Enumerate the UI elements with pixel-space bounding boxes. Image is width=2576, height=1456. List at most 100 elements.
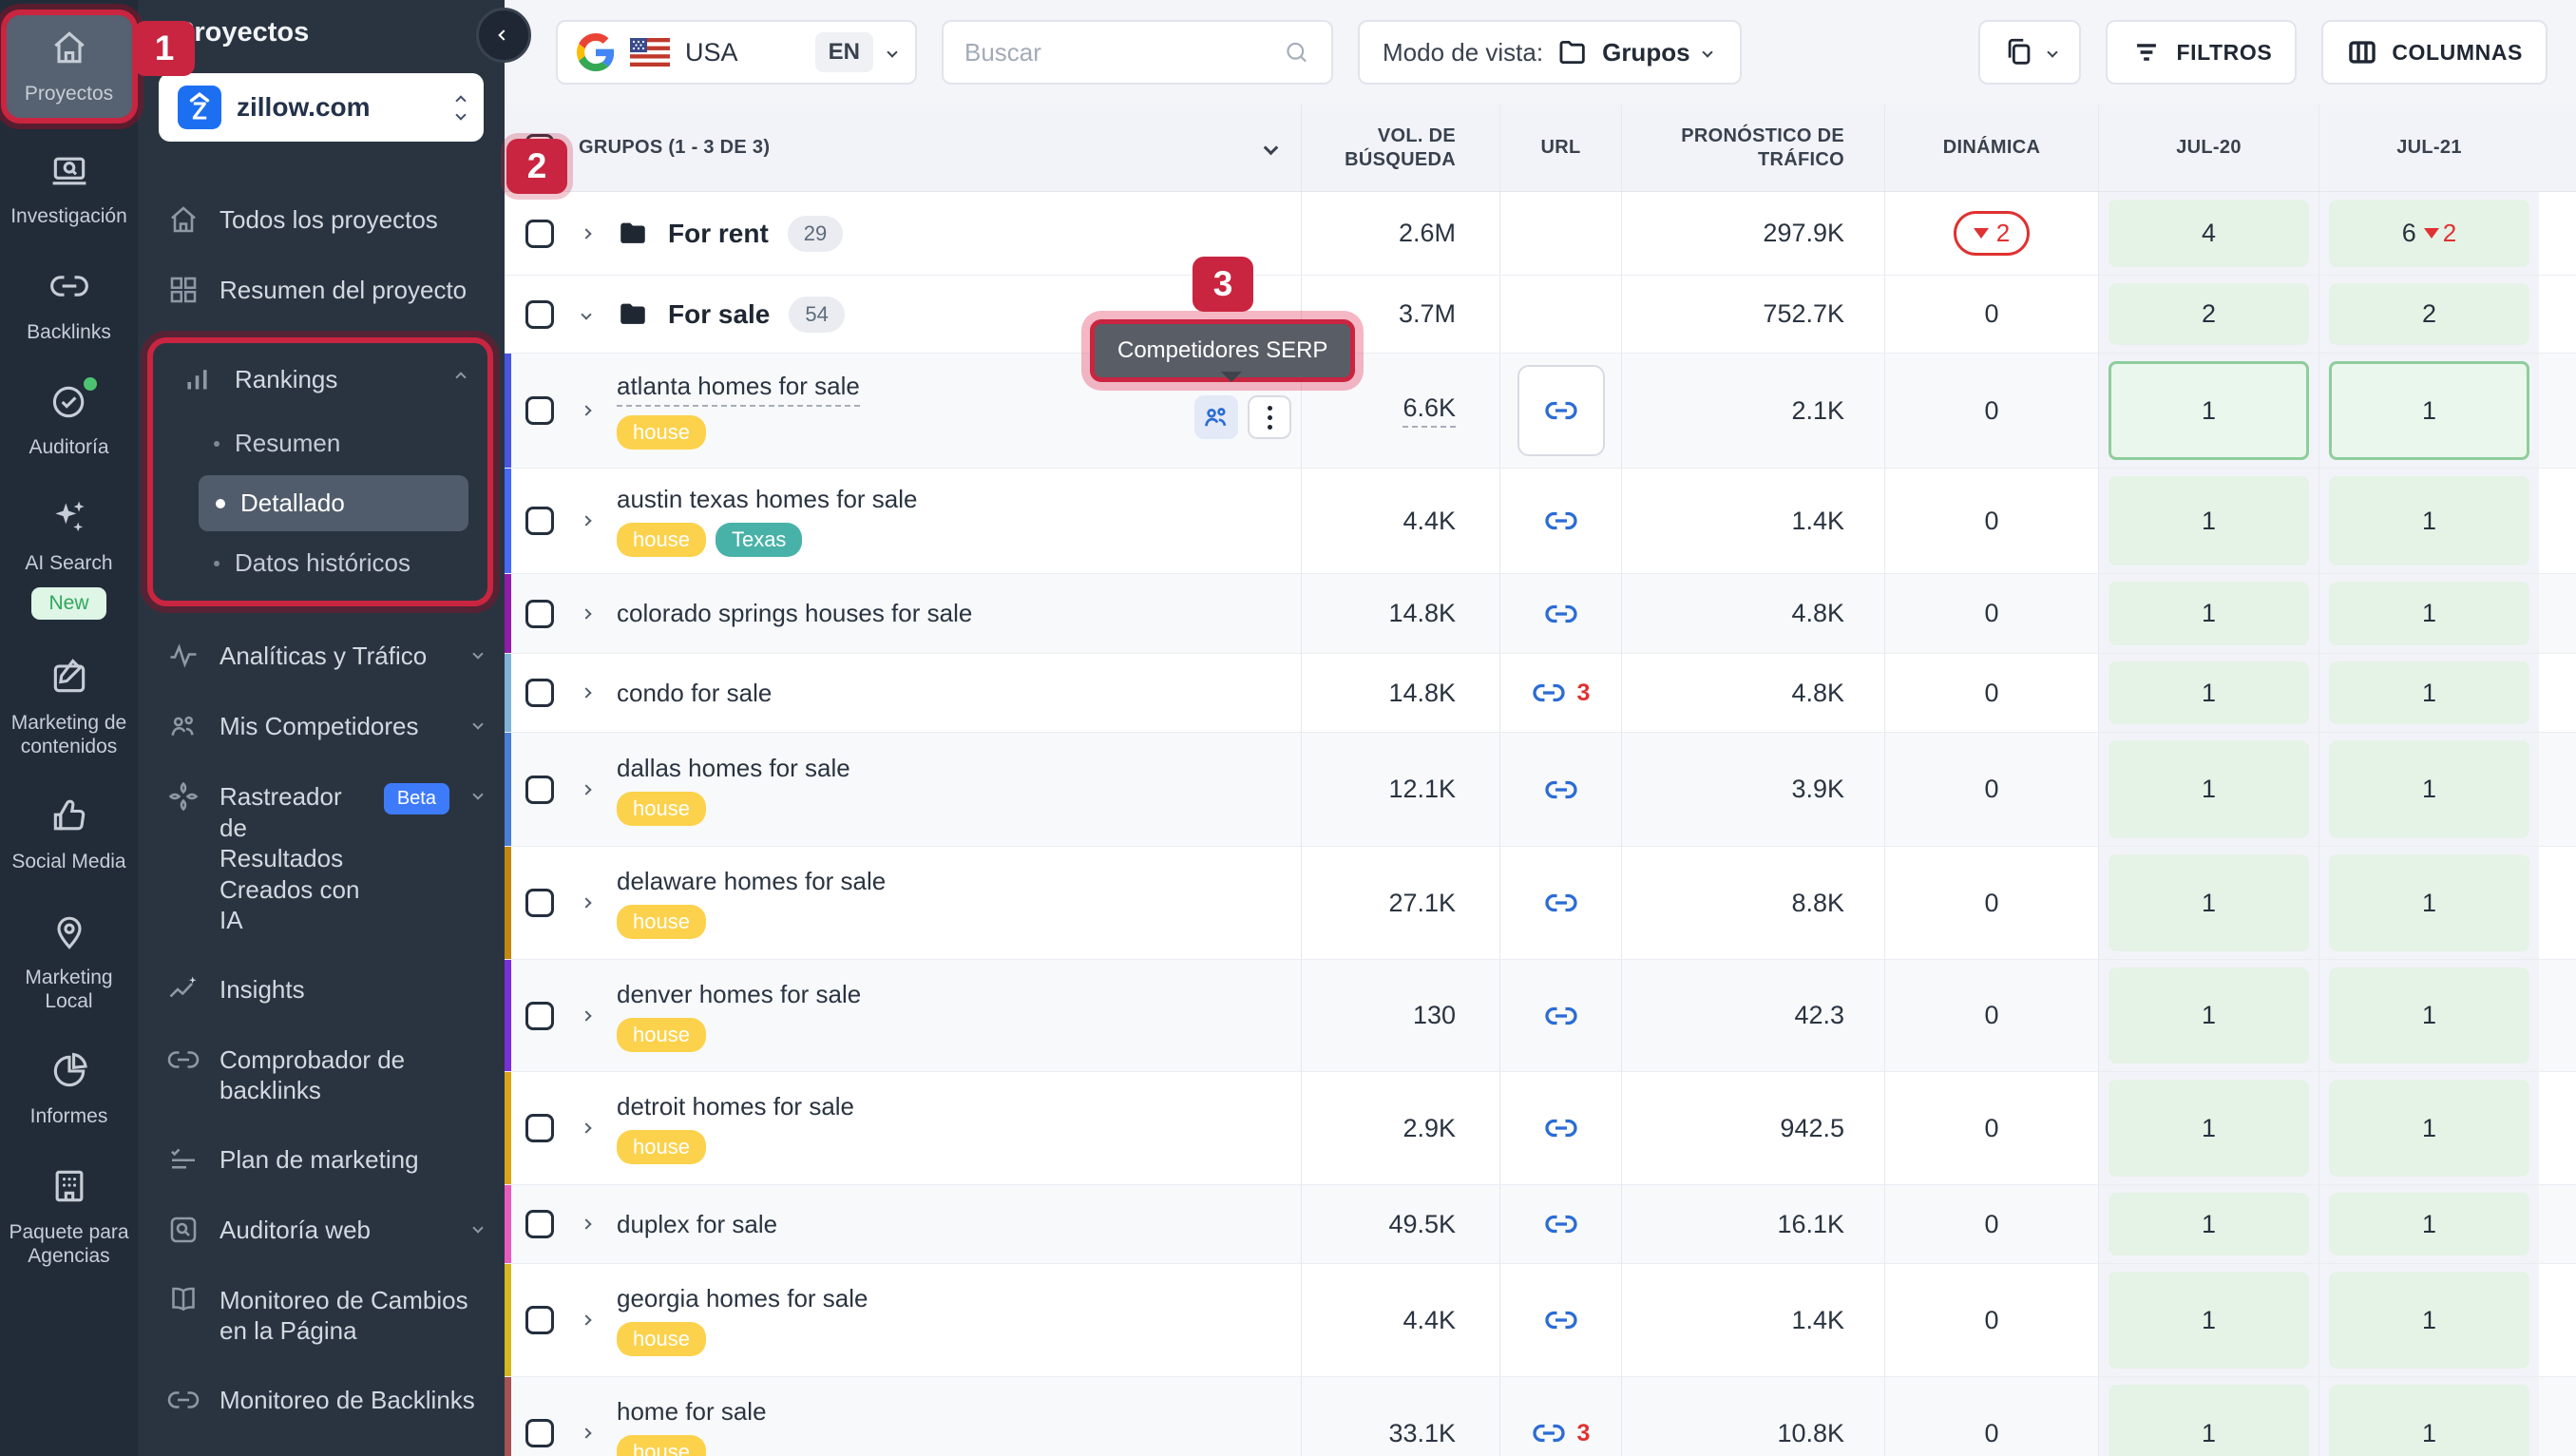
url-button[interactable] [1544,1207,1578,1241]
sidebar-item-monitoreo-de-cambios-en-la-p-gina[interactable]: Monitoreo de Cambios en la Página [138,1266,505,1366]
search-input[interactable] [964,38,1283,67]
row-checkbox[interactable] [525,600,554,628]
rail-item-ai-search[interactable]: AI SearchNew [7,485,132,631]
keyword-row-austin-texas-homes-for-sale[interactable]: austin texas homes for salehouseTexas4.4… [505,469,2576,574]
copy-button[interactable] [1978,20,2081,85]
sidebar-item-monitoreo-de-backlinks[interactable]: Monitoreo de Backlinks [138,1366,505,1436]
rail-item-informes[interactable]: Informes [7,1039,132,1141]
search-box[interactable] [942,20,1333,85]
keyword-row-detroit-homes-for-sale[interactable]: detroit homes for salehouse2.9K942.5011 [505,1072,2576,1185]
search-engine-selector[interactable]: USA EN [556,20,917,85]
keyword-row-home-for-sale[interactable]: home for salehouse33.1K310.8K011 [505,1377,2576,1456]
rail-item-backlinks[interactable]: Backlinks [7,254,132,356]
url-button[interactable] [1544,1303,1578,1337]
keyword-link[interactable]: duplex for sale [617,1210,777,1239]
keyword-row-duplex-for-sale[interactable]: duplex for sale49.5K16.1K011 [505,1185,2576,1264]
sidebar-item-rastreador-de-resultados-creados-con-ia[interactable]: Rastreador de Resultados Creados con IAB… [138,762,505,955]
chevron-down-icon[interactable] [581,309,591,319]
chevron-right-icon[interactable] [581,1122,591,1133]
sidebar-item-plan-de-marketing[interactable]: Plan de marketing [138,1125,505,1196]
keyword-row-dallas-homes-for-sale[interactable]: dallas homes for salehouse12.1K3.9K011 [505,733,2576,847]
keyword-row-georgia-homes-for-sale[interactable]: georgia homes for salehouse4.4K1.4K011 [505,1264,2576,1377]
url-button[interactable] [1532,1416,1566,1450]
keyword-row-denver-homes-for-sale[interactable]: denver homes for salehouse13042.3011 [505,960,2576,1072]
url-button[interactable] [1544,886,1578,920]
group-row-for-sale[interactable]: For sale543.7M752.7K022 [505,276,2576,354]
sidebar-item-insights[interactable]: Insights [138,955,505,1025]
keyword-row-delaware-homes-for-sale[interactable]: delaware homes for salehouse27.1K8.8K011 [505,847,2576,960]
url-button[interactable] [1544,1111,1578,1145]
keyword-link[interactable]: denver homes for sale [617,980,861,1009]
keyword-link[interactable]: georgia homes for sale [617,1284,868,1313]
url-hover-box[interactable] [1517,365,1605,456]
sidebar-item-comprobador-de-backlinks[interactable]: Comprobador de backlinks [138,1025,505,1125]
rail-item-auditor-a[interactable]: Auditoría [7,370,132,472]
keyword-link[interactable]: home for sale [617,1397,767,1427]
keyword-link[interactable]: colorado springs houses for sale [617,599,972,628]
rail-item-paquete-para-agencias[interactable]: Paquete para Agencias [7,1154,132,1279]
row-menu-button[interactable] [1248,395,1291,439]
keyword-link[interactable]: austin texas homes for sale [617,485,918,514]
sidebar-item-rankings[interactable]: Rankings [153,345,487,415]
keyword-link[interactable]: atlanta homes for sale [617,372,860,407]
keyword-link[interactable]: condo for sale [617,679,772,708]
row-checkbox[interactable] [525,776,554,804]
row-checkbox[interactable] [525,679,554,707]
url-button[interactable] [1532,676,1566,710]
chevron-right-icon[interactable] [581,784,591,795]
keyword-link[interactable]: detroit homes for sale [617,1092,854,1121]
url-button[interactable] [1544,999,1578,1033]
sidebar-subitem-datos-hist-ricos[interactable]: Datos históricos [153,535,487,591]
chevron-right-icon[interactable] [581,405,591,415]
row-checkbox[interactable] [525,396,554,425]
row-checkbox[interactable] [525,889,554,917]
chevron-right-icon[interactable] [581,515,591,526]
url-button[interactable] [1544,597,1578,631]
keyword-link[interactable]: dallas homes for sale [617,754,850,783]
rail-item-investigaci-n[interactable]: Investigación [7,139,132,241]
sidebar-item-todos-los-proyectos[interactable]: Todos los proyectos [138,185,505,256]
chevron-right-icon[interactable] [581,897,591,908]
columns-button[interactable]: COLUMNAS [2321,20,2547,85]
sidebar-item-anal-ticas-y-tr-fico[interactable]: Analíticas y Tráfico [138,622,505,692]
chevron-right-icon[interactable] [581,1218,591,1229]
chevron-right-icon[interactable] [581,1010,591,1021]
row-checkbox[interactable] [525,1306,554,1334]
url-button[interactable] [1544,504,1578,538]
sidebar-subitem-resumen[interactable]: Resumen [153,415,487,471]
url-button[interactable] [1544,393,1578,428]
sidebar-collapse-button[interactable] [476,8,531,63]
rail-item-social-media[interactable]: Social Media [7,784,132,887]
row-checkbox[interactable] [525,300,554,329]
keyword-row-condo-for-sale[interactable]: condo for sale14.8K34.8K011 [505,654,2576,733]
keyword-link[interactable]: delaware homes for sale [617,867,886,896]
sidebar-item-mis-competidores[interactable]: Mis Competidores [138,692,505,762]
chevron-right-icon[interactable] [581,1314,591,1325]
view-mode-selector[interactable]: Modo de vista: Grupos [1358,20,1742,85]
sidebar-item-auditor-a-web[interactable]: Auditoría web [138,1196,505,1266]
rail-item-marketing-local[interactable]: Marketing Local [7,899,132,1025]
row-checkbox[interactable] [525,220,554,248]
chevron-right-icon[interactable] [581,608,591,619]
keyword-row-colorado-springs-houses-for-sale[interactable]: colorado springs houses for sale14.8K4.8… [505,574,2576,654]
row-checkbox[interactable] [525,1002,554,1030]
rail-item-proyectos[interactable]: Proyectos [7,15,132,118]
row-checkbox[interactable] [525,1419,554,1447]
filters-button[interactable]: FILTROS [2106,20,2297,85]
url-button[interactable] [1544,773,1578,807]
chevron-down-icon[interactable] [1264,141,1279,156]
row-checkbox[interactable] [525,507,554,535]
chevron-right-icon[interactable] [581,687,591,698]
rail-item-marketing-de-contenidos[interactable]: Marketing de contenidos [7,644,132,770]
row-checkbox[interactable] [525,1114,554,1142]
chevron-right-icon[interactable] [581,1427,591,1438]
row-checkbox[interactable] [525,1210,554,1238]
project-selector[interactable]: Z zillow.com [159,73,484,142]
chevron-right-icon[interactable] [581,228,591,239]
group-row-for-rent[interactable]: For rent292.6M297.9K2462 [505,192,2576,276]
sidebar-subitem-detallado[interactable]: Detallado [199,475,468,531]
serp-competitors-button[interactable] [1194,395,1238,439]
jul20-value: 1 [2202,679,2216,708]
keyword-row-atlanta-homes-for-sale[interactable]: atlanta homes for salehouseCompetidores … [505,354,2576,469]
sidebar-item-resumen-del-proyecto[interactable]: Resumen del proyecto [138,256,505,326]
